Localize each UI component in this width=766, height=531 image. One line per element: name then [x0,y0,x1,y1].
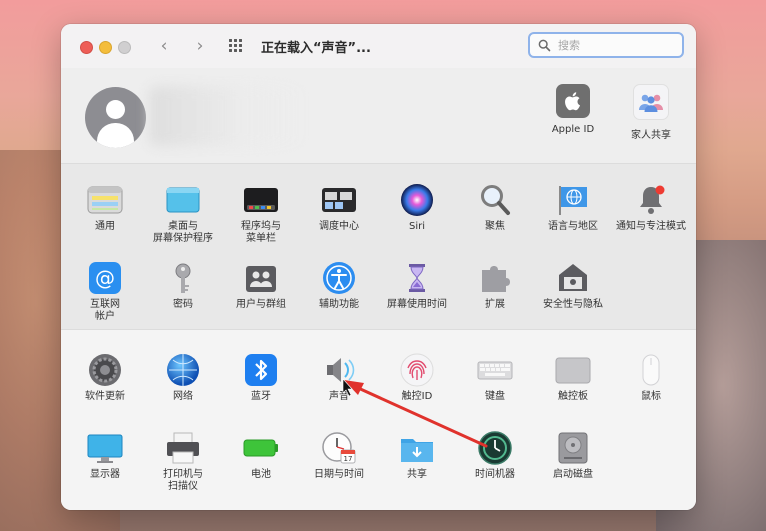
family-sharing-label: 家人共享 [631,130,671,141]
keyboard-icon [477,352,513,388]
family-sharing-icon [633,84,669,120]
notifications-icon [633,182,669,218]
date-time-icon: 17 [321,430,357,466]
sharing-icon [399,430,435,466]
desktop-screensaver-icon [165,182,201,218]
displays-icon [87,430,123,466]
preferences-section-hardware: 软件更新 网络 蓝牙 声音 触控ID 键盘 触控板 鼠标 显示器 打印机与 扫描… [61,329,696,510]
user-avatar[interactable] [85,87,146,148]
pane-software-update[interactable]: 软件更新 [65,352,145,403]
pane-time-machine[interactable]: 时间机器 [455,430,535,481]
language-region-icon [555,182,591,218]
system-preferences-window: ‹ › 正在载入“声音”... Apple ID [61,24,696,510]
mission-control-icon [321,182,357,218]
pane-desktop-screensaver[interactable]: 桌面与 屏幕保护程序 [143,182,223,245]
dock-menubar-icon [243,182,279,218]
pane-date-time[interactable]: 17 日期与时间 [299,430,379,481]
account-header: Apple ID 家人共享 [61,68,696,163]
trackpad-icon [555,352,591,388]
family-sharing-pane[interactable]: 家人共享 [616,84,686,141]
pane-startup-disk[interactable]: 启动磁盘 [533,430,613,481]
search-icon [538,39,551,52]
startup-disk-icon [555,430,591,466]
pane-users-groups[interactable]: 用户与群组 [221,260,301,311]
pane-security-privacy[interactable]: 安全性与隐私 [533,260,613,311]
bluetooth-icon [243,352,279,388]
printers-scanners-icon [165,430,201,466]
pane-siri[interactable]: Siri [377,182,457,233]
pane-general[interactable]: 通用 [65,182,145,233]
svg-text:17: 17 [344,455,353,463]
pane-keyboard[interactable]: 键盘 [455,352,535,403]
pane-sharing[interactable]: 共享 [377,430,457,481]
network-icon [165,352,201,388]
pane-bluetooth[interactable]: 蓝牙 [221,352,301,403]
title-bar: ‹ › 正在载入“声音”... [61,24,696,68]
apple-logo-icon [556,84,590,118]
pane-network[interactable]: 网络 [143,352,223,403]
show-all-button[interactable] [229,39,245,53]
pane-language-region[interactable]: 语言与地区 [533,182,613,233]
pane-screen-time[interactable]: 屏幕使用时间 [377,260,457,311]
search-input[interactable] [558,36,676,54]
pane-dock-menubar[interactable]: 程序坞与 菜单栏 [221,182,301,245]
zoom-window-button[interactable] [118,41,131,54]
screen-time-icon [399,260,435,296]
pane-printers-scanners[interactable]: 打印机与 扫描仪 [143,430,223,493]
general-icon [87,182,123,218]
forward-button[interactable]: › [189,35,211,57]
battery-icon [243,430,279,466]
accessibility-icon [321,260,357,296]
internet-accounts-icon: @ [87,260,123,296]
mouse-icon [633,352,669,388]
pane-extensions[interactable]: 扩展 [455,260,535,311]
time-machine-icon [477,430,513,466]
software-update-icon [87,352,123,388]
window-title: 正在载入“声音”... [261,41,371,56]
back-button[interactable]: ‹ [153,35,175,57]
siri-icon [399,182,435,218]
chevron-right-icon: › [196,36,204,56]
pane-mission-control[interactable]: 调度中心 [299,182,379,233]
pane-notifications[interactable]: 通知与专注模式 [611,182,691,233]
pane-passwords[interactable]: 密码 [143,260,223,311]
pane-accessibility[interactable]: 辅助功能 [299,260,379,311]
close-window-button[interactable] [80,41,93,54]
spotlight-icon [477,182,513,218]
users-groups-icon [243,260,279,296]
preferences-section-personal: 通用 桌面与 屏幕保护程序 程序坞与 菜单栏 调度中心 Siri 聚焦 语言与地… [61,163,696,330]
pane-displays[interactable]: 显示器 [65,430,145,481]
apple-id-label: Apple ID [551,124,595,135]
touch-id-icon [399,352,435,388]
chevron-left-icon: ‹ [160,36,168,56]
pane-mouse[interactable]: 鼠标 [611,352,691,403]
passwords-icon [165,260,201,296]
pane-touch-id[interactable]: 触控ID [377,352,457,403]
pane-internet-accounts[interactable]: @ 互联网 帐户 [65,260,145,323]
sound-icon [321,352,357,388]
security-privacy-icon [555,260,591,296]
pane-battery[interactable]: 电池 [221,430,301,481]
pane-sound[interactable]: 声音 [299,352,379,403]
extensions-icon [477,260,513,296]
pane-trackpad[interactable]: 触控板 [533,352,613,403]
minimize-window-button[interactable] [99,41,112,54]
apple-id-pane[interactable]: Apple ID [538,84,608,135]
blurred-user-name [149,86,309,146]
svg-text:@: @ [95,266,115,290]
search-field[interactable] [528,32,684,58]
pane-spotlight[interactable]: 聚焦 [455,182,535,233]
